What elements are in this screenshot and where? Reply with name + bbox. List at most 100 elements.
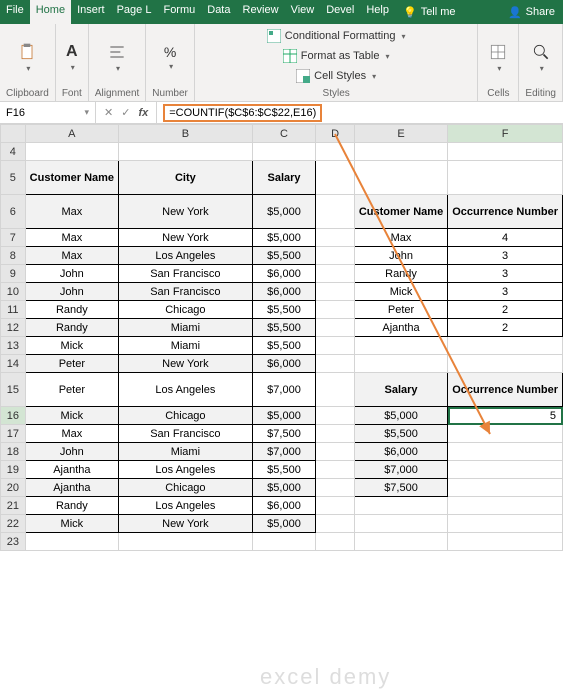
cell[interactable]: San Francisco bbox=[119, 425, 253, 443]
cell[interactable]: Ajantha bbox=[25, 461, 118, 479]
tab-home[interactable]: Home bbox=[30, 0, 71, 24]
number-button[interactable]: % bbox=[160, 42, 180, 73]
row-header[interactable]: 23 bbox=[1, 533, 26, 551]
cell[interactable]: Chicago bbox=[119, 479, 253, 497]
cell[interactable]: Mick bbox=[25, 515, 118, 533]
cell[interactable]: John bbox=[354, 247, 447, 265]
cell[interactable]: Max bbox=[25, 195, 118, 229]
cell[interactable]: San Francisco bbox=[119, 283, 253, 301]
cell[interactable]: San Francisco bbox=[119, 265, 253, 283]
editing-button[interactable] bbox=[527, 40, 555, 75]
cell[interactable]: Max bbox=[354, 229, 447, 247]
row-header[interactable]: 7 bbox=[1, 229, 26, 247]
cell[interactable]: Max bbox=[25, 247, 118, 265]
share-button[interactable]: 👤Share bbox=[500, 0, 563, 24]
cell[interactable]: 4 bbox=[448, 229, 563, 247]
cell[interactable]: New York bbox=[119, 515, 253, 533]
cell[interactable]: $5,000 bbox=[252, 195, 316, 229]
format-as-table-button[interactable]: Format as Table bbox=[281, 48, 392, 64]
paste-button[interactable] bbox=[13, 40, 41, 75]
col-header-F[interactable]: F bbox=[448, 125, 563, 143]
cells-button[interactable] bbox=[484, 40, 512, 75]
cell[interactable]: Mick bbox=[25, 337, 118, 355]
cell[interactable]: Occurrence Number bbox=[448, 195, 563, 229]
cell[interactable]: Customer Name bbox=[354, 195, 447, 229]
cell[interactable]: Max bbox=[25, 425, 118, 443]
cell[interactable]: City bbox=[119, 161, 253, 195]
cell[interactable]: $5,000 bbox=[252, 515, 316, 533]
tab-developer[interactable]: Devel bbox=[320, 0, 360, 24]
cell[interactable]: $5,500 bbox=[252, 319, 316, 337]
cell[interactable]: $5,500 bbox=[252, 337, 316, 355]
tab-view[interactable]: View bbox=[285, 0, 321, 24]
row-header[interactable]: 17 bbox=[1, 425, 26, 443]
tab-insert[interactable]: Insert bbox=[71, 0, 111, 24]
cell[interactable]: $7,000 bbox=[354, 461, 447, 479]
cell[interactable]: Miami bbox=[119, 319, 253, 337]
cell[interactable]: $5,500 bbox=[252, 247, 316, 265]
name-box[interactable]: F16 bbox=[0, 102, 96, 123]
cell[interactable]: Customer Name bbox=[25, 161, 118, 195]
cell[interactable]: Peter bbox=[25, 373, 118, 407]
cell[interactable]: $7,500 bbox=[354, 479, 447, 497]
select-all-corner[interactable] bbox=[1, 125, 26, 143]
cell[interactable]: $7,000 bbox=[252, 373, 316, 407]
cell[interactable]: Ajantha bbox=[25, 479, 118, 497]
tab-help[interactable]: Help bbox=[360, 0, 395, 24]
cell[interactable]: John bbox=[25, 443, 118, 461]
cell[interactable]: $5,500 bbox=[252, 301, 316, 319]
cell[interactable]: Mick bbox=[25, 407, 118, 425]
cell[interactable]: Salary bbox=[252, 161, 316, 195]
cell[interactable]: John bbox=[25, 265, 118, 283]
formula-input[interactable]: =COUNTIF($C$6:$C$22,E16) bbox=[157, 102, 563, 123]
cell[interactable]: Miami bbox=[119, 443, 253, 461]
row-header[interactable]: 16 bbox=[1, 407, 26, 425]
col-header-C[interactable]: C bbox=[252, 125, 316, 143]
row-header[interactable]: 5 bbox=[1, 161, 26, 195]
fx-icon[interactable]: fx bbox=[138, 107, 148, 119]
cell[interactable]: $5,500 bbox=[354, 425, 447, 443]
cell[interactable]: $6,000 bbox=[354, 443, 447, 461]
cell[interactable]: $6,000 bbox=[252, 355, 316, 373]
cell[interactable]: Peter bbox=[25, 355, 118, 373]
cell[interactable]: Mick bbox=[354, 283, 447, 301]
conditional-formatting-button[interactable]: Conditional Formatting bbox=[265, 28, 408, 44]
tab-file[interactable]: File bbox=[0, 0, 30, 24]
tab-page-layout[interactable]: Page L bbox=[111, 0, 158, 24]
row-header[interactable]: 10 bbox=[1, 283, 26, 301]
tab-data[interactable]: Data bbox=[201, 0, 236, 24]
row-header[interactable]: 14 bbox=[1, 355, 26, 373]
row-header[interactable]: 4 bbox=[1, 143, 26, 161]
cell[interactable]: $5,500 bbox=[252, 461, 316, 479]
tab-review[interactable]: Review bbox=[237, 0, 285, 24]
row-header[interactable]: 20 bbox=[1, 479, 26, 497]
col-header-B[interactable]: B bbox=[119, 125, 253, 143]
row-header[interactable]: 9 bbox=[1, 265, 26, 283]
row-header[interactable]: 15 bbox=[1, 373, 26, 407]
cell[interactable]: $5,000 bbox=[354, 407, 447, 425]
col-header-A[interactable]: A bbox=[25, 125, 118, 143]
row-header[interactable]: 21 bbox=[1, 497, 26, 515]
cell[interactable]: 2 bbox=[448, 319, 563, 337]
cell[interactable]: Randy bbox=[354, 265, 447, 283]
col-header-E[interactable]: E bbox=[354, 125, 447, 143]
cell[interactable]: New York bbox=[119, 229, 253, 247]
alignment-button[interactable] bbox=[103, 40, 131, 75]
cell[interactable]: Chicago bbox=[119, 407, 253, 425]
tell-me[interactable]: 💡Tell me bbox=[395, 0, 464, 24]
cell[interactable]: $7,000 bbox=[252, 443, 316, 461]
row-header[interactable]: 13 bbox=[1, 337, 26, 355]
cell[interactable]: Randy bbox=[25, 319, 118, 337]
enter-icon[interactable]: ✓ bbox=[121, 106, 130, 119]
row-header[interactable]: 12 bbox=[1, 319, 26, 337]
row-header[interactable]: 11 bbox=[1, 301, 26, 319]
worksheet-grid[interactable]: A B C D E F 4 5 Customer Name City Salar… bbox=[0, 124, 563, 551]
cell-selected[interactable]: 5 bbox=[448, 407, 563, 425]
cell[interactable]: $6,000 bbox=[252, 265, 316, 283]
cell[interactable]: 3 bbox=[448, 283, 563, 301]
row-header[interactable]: 6 bbox=[1, 195, 26, 229]
cell[interactable]: Randy bbox=[25, 301, 118, 319]
tab-formulas[interactable]: Formu bbox=[157, 0, 201, 24]
cell[interactable]: 3 bbox=[448, 247, 563, 265]
row-header[interactable]: 8 bbox=[1, 247, 26, 265]
